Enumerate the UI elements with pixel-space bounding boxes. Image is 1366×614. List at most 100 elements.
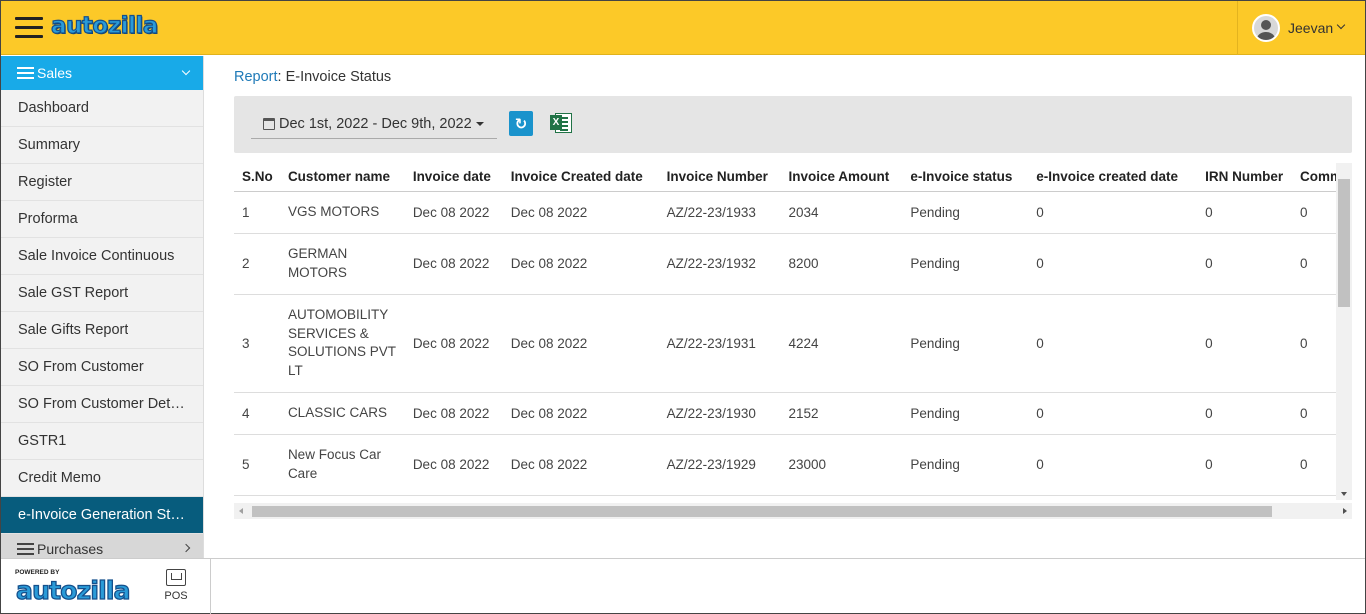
avatar <box>1252 14 1280 42</box>
cell-customer: New Focus Car Care <box>279 434 405 496</box>
filter-toolbar: Dec 1st, 2022 - Dec 9th, 2022 ↻ X <box>234 96 1352 153</box>
sidebar-item-gstr1[interactable]: GSTR1 <box>1 423 203 460</box>
sidebar-item-proforma[interactable]: Proforma <box>1 201 203 238</box>
horizontal-scrollbar[interactable] <box>234 503 1352 519</box>
column-header[interactable]: Invoice Number <box>658 163 781 192</box>
table-header-row: S.No Customer name Invoice date Invoice … <box>234 163 1352 192</box>
sidebar-item-label: SO From Customer <box>18 359 144 375</box>
chevron-down-icon <box>1336 20 1346 30</box>
sidebar-item-so-from-customer[interactable]: SO From Customer <box>1 349 203 386</box>
sidebar-item-sale-gst-report[interactable]: Sale GST Report <box>1 275 203 312</box>
sidebar-item-label: Sale Gifts Report <box>18 322 129 338</box>
vertical-scrollbar[interactable] <box>1336 163 1352 500</box>
column-header[interactable]: Invoice Amount <box>780 163 903 192</box>
breadcrumb-current: E-Invoice Status <box>285 69 392 85</box>
scroll-right-arrow-icon[interactable] <box>1343 508 1347 514</box>
cell-amount: 2152 <box>780 392 903 435</box>
sidebar-item-credit-memo[interactable]: Credit Memo <box>1 460 203 497</box>
sidebar-item-label: Sale GST Report <box>18 285 129 301</box>
powered-by-text: POWERED BY <box>15 569 60 576</box>
cell-status: Pending <box>902 191 1029 234</box>
chevron-down-icon <box>181 66 191 76</box>
cell-created-date: Dec 08 2022 <box>502 434 659 496</box>
cell-sno: 1 <box>234 191 280 234</box>
cell-einvoice-created: 0 <box>1028 392 1198 435</box>
sidebar-item-label: SO From Customer Details <box>18 396 188 412</box>
cell-customer: VGS MOTORS <box>279 191 405 234</box>
table-row: 1 VGS MOTORS Dec 08 2022 Dec 08 2022 AZ/… <box>234 191 1352 234</box>
calendar-icon <box>263 118 275 130</box>
scroll-down-arrow-icon[interactable] <box>1341 492 1347 496</box>
sidebar-item-dashboard[interactable]: Dashboard <box>1 90 203 127</box>
column-header[interactable]: Customer name <box>279 163 405 192</box>
cell-created-date: Dec 08 2022 <box>502 392 659 435</box>
table-row: 5 New Focus Car Care Dec 08 2022 Dec 08 … <box>234 434 1352 496</box>
cell-sno: 4 <box>234 392 280 435</box>
column-header[interactable]: e-Invoice created date <box>1028 163 1198 192</box>
sidebar-item-summary[interactable]: Summary <box>1 127 203 164</box>
user-menu[interactable]: Jeevan <box>1237 1 1365 55</box>
sidebar-item-label: Dashboard <box>18 100 89 116</box>
cell-einvoice-created: 0 <box>1028 233 1198 295</box>
cell-sno: 2 <box>234 233 280 295</box>
cell-invoice-date: Dec 08 2022 <box>404 294 503 393</box>
cell-irn: 0 <box>1197 191 1293 234</box>
cell-irn: 0 <box>1197 392 1293 435</box>
hamburger-menu-icon[interactable] <box>15 17 43 39</box>
horizontal-scrollbar-thumb[interactable] <box>252 506 1272 517</box>
cell-customer: CLASSIC CARS <box>279 392 405 435</box>
pos-cart-icon <box>166 569 186 586</box>
menu-lines-icon <box>17 540 34 558</box>
table-row: 2 GERMAN MOTORS Dec 08 2022 Dec 08 2022 … <box>234 233 1352 295</box>
vertical-scrollbar-thumb[interactable] <box>1338 179 1350 307</box>
invoice-table-container: S.No Customer name Invoice date Invoice … <box>234 163 1352 519</box>
column-header[interactable]: S.No <box>234 163 280 192</box>
excel-export-button[interactable]: X <box>550 112 573 135</box>
table-row: 3 AUTOMOBILITY SERVICES & SOLUTIONS PVT … <box>234 294 1352 393</box>
column-header[interactable]: Invoice date <box>404 163 503 192</box>
pos-label: POS <box>164 590 188 602</box>
sidebar-section-purchases[interactable]: Purchases <box>1 534 203 558</box>
date-range-picker[interactable]: Dec 1st, 2022 - Dec 9th, 2022 <box>251 110 497 139</box>
cell-created-date: Dec 08 2022 <box>502 191 659 234</box>
sidebar-item-e-invoice-generation-status[interactable]: e-Invoice Generation Status <box>1 497 203 534</box>
sidebar-item-so-from-customer-details[interactable]: SO From Customer Details <box>1 386 203 423</box>
sidebar-item-register[interactable]: Register <box>1 164 203 201</box>
scroll-left-arrow-icon[interactable] <box>239 508 243 514</box>
column-header[interactable]: e-Invoice status <box>902 163 1029 192</box>
breadcrumb-link-report[interactable]: Report <box>234 69 278 85</box>
cell-customer: GERMAN MOTORS <box>279 233 405 295</box>
refresh-button[interactable]: ↻ <box>509 111 533 136</box>
table-row: 4 CLASSIC CARS Dec 08 2022 Dec 08 2022 A… <box>234 392 1352 435</box>
sidebar-section-sales[interactable]: Sales <box>1 56 203 90</box>
cell-irn: 0 <box>1197 294 1293 393</box>
pos-button[interactable]: POS <box>160 569 192 602</box>
caret-down-icon <box>475 122 484 126</box>
autozilla-logo[interactable]: autozilla <box>50 12 158 39</box>
cell-invoice-date: Dec 08 2022 <box>404 233 503 295</box>
breadcrumb-separator: : <box>277 69 282 85</box>
footer-bar: POWERED BY autozilla POS <box>1 558 1365 614</box>
user-name: Jeevan <box>1288 20 1334 36</box>
cell-invoice-number: AZ/22-23/1930 <box>658 392 781 435</box>
date-range-value: Dec 1st, 2022 - Dec 9th, 2022 <box>279 116 472 132</box>
cell-invoice-number: AZ/22-23/1931 <box>658 294 781 393</box>
cell-sno: 3 <box>234 294 280 393</box>
cell-irn: 0 <box>1197 233 1293 295</box>
sidebar-item-sale-invoice-continuous[interactable]: Sale Invoice Continuous <box>1 238 203 275</box>
sidebar-item-label: Register <box>18 174 72 190</box>
menu-lines-icon <box>17 64 34 82</box>
top-header: autozilla Jeevan <box>1 1 1365 55</box>
sidebar-item-sale-gifts-report[interactable]: Sale Gifts Report <box>1 312 203 349</box>
chevron-right-icon <box>181 543 191 553</box>
cell-einvoice-created: 0 <box>1028 294 1198 393</box>
column-header[interactable]: Invoice Created date <box>502 163 659 192</box>
cell-status: Pending <box>902 233 1029 295</box>
sidebar-item-label: GSTR1 <box>18 433 67 449</box>
cell-einvoice-created: 0 <box>1028 191 1198 234</box>
column-header[interactable]: IRN Number <box>1197 163 1293 192</box>
main-content: Report: E-Invoice Status Dec 1st, 2022 -… <box>205 56 1365 558</box>
cell-invoice-number: AZ/22-23/1932 <box>658 233 781 295</box>
cell-created-date: Dec 08 2022 <box>502 294 659 393</box>
sidebar-item-label: Sale Invoice Continuous <box>18 248 175 264</box>
